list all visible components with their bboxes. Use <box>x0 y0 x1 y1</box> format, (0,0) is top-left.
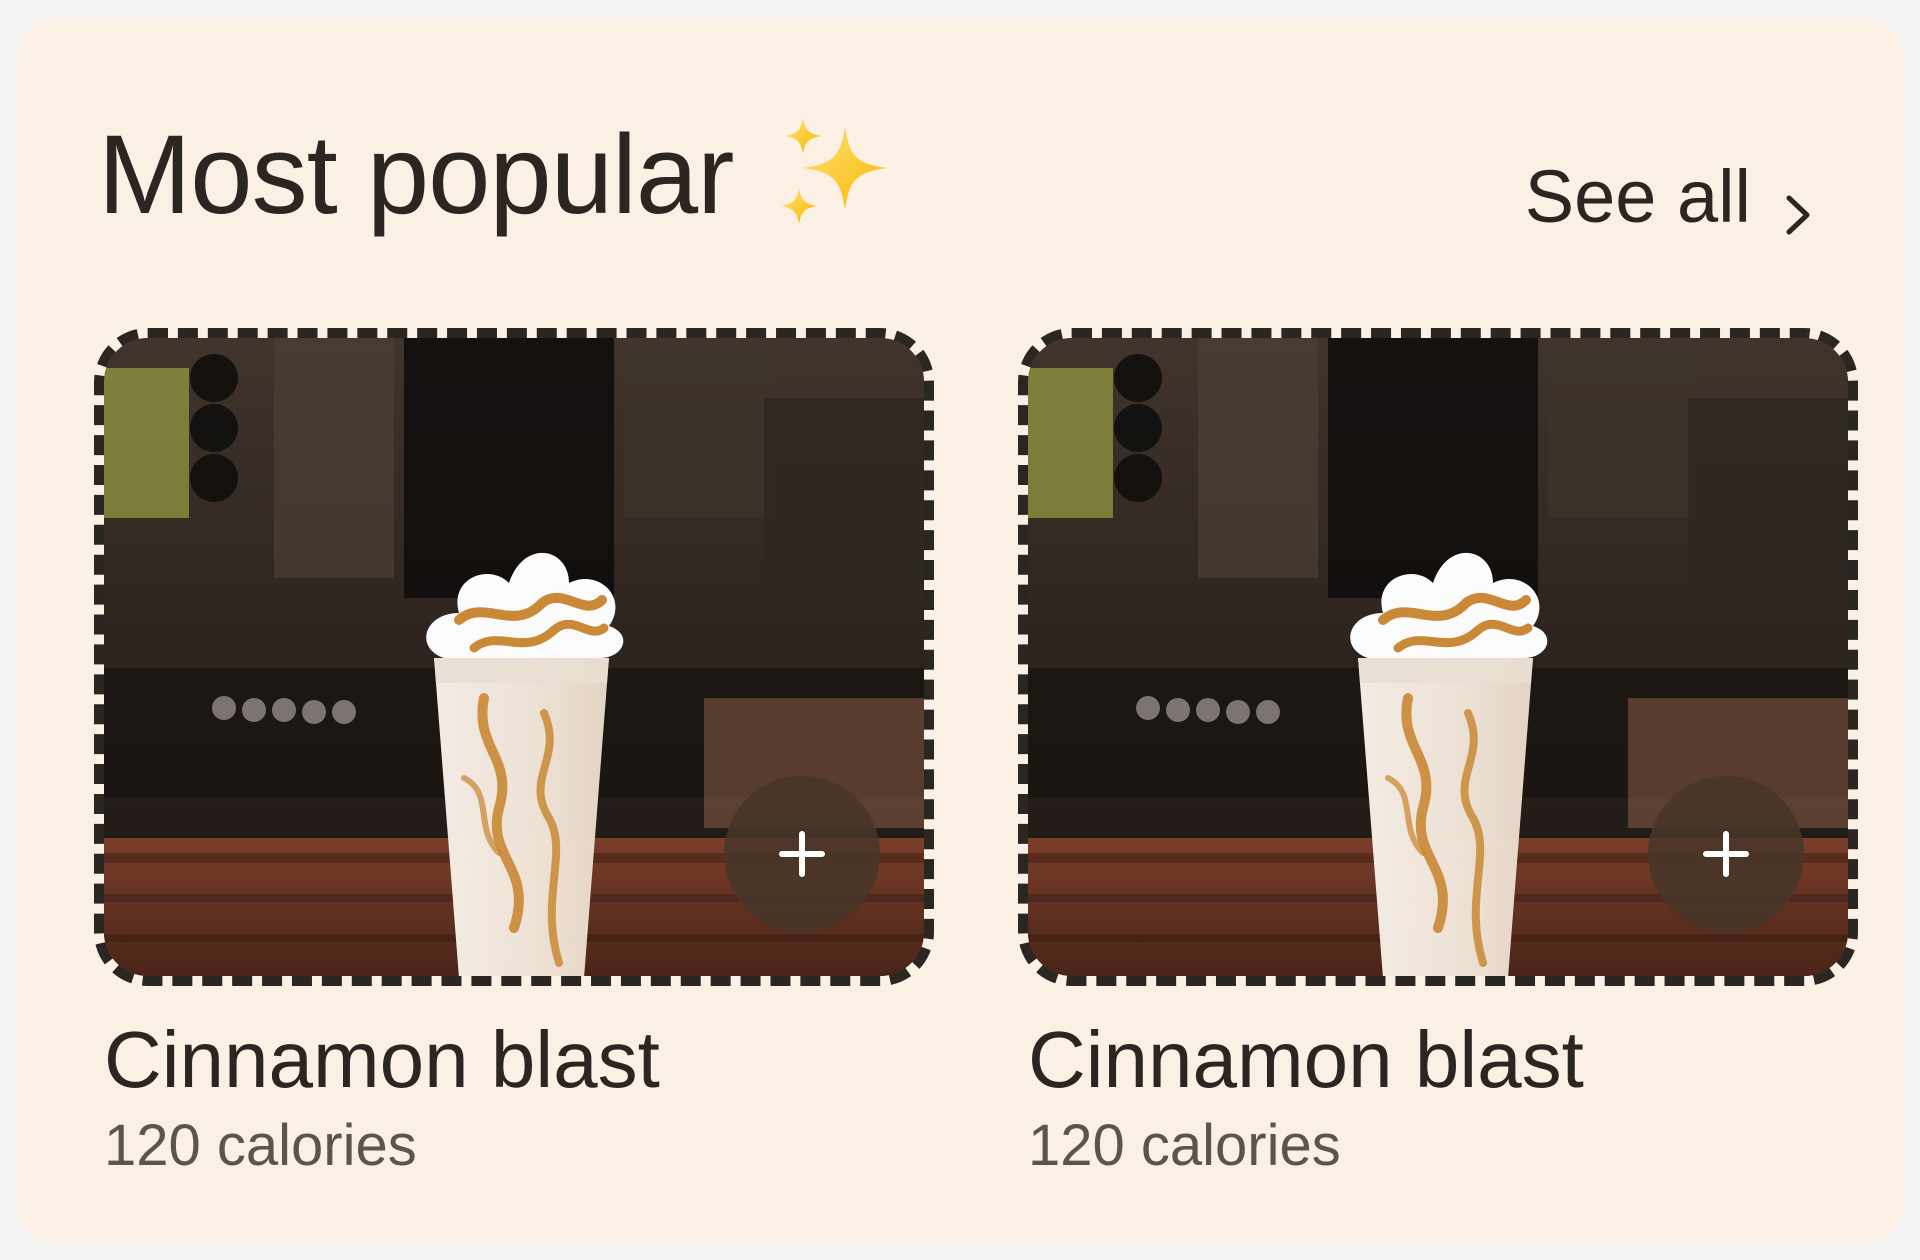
see-all-link[interactable]: See all <box>1525 154 1817 239</box>
add-to-cart-button[interactable] <box>724 776 880 932</box>
product-card[interactable]: Cinnamon blast 120 calories <box>94 328 934 1179</box>
section-title: Most popular <box>98 112 734 237</box>
plus-icon <box>1703 831 1749 877</box>
add-to-cart-button[interactable] <box>1648 776 1804 932</box>
chevron-right-icon <box>1779 172 1817 234</box>
most-popular-panel: Most popular See all Cinnamon blast 120 … <box>16 18 1905 1243</box>
product-image-frame[interactable] <box>1018 328 1858 986</box>
plus-icon <box>779 831 825 877</box>
section-header: Most popular <box>98 118 891 232</box>
product-calories: 120 calories <box>1028 1113 1341 1178</box>
product-image-frame[interactable] <box>94 328 934 986</box>
see-all-label: See all <box>1524 155 1751 238</box>
sparkles-icon <box>769 118 891 232</box>
product-name: Cinnamon blast <box>104 1015 660 1104</box>
product-card[interactable]: Cinnamon blast 120 calories <box>1018 328 1858 1179</box>
product-calories: 120 calories <box>104 1113 417 1178</box>
product-name: Cinnamon blast <box>1028 1015 1584 1104</box>
